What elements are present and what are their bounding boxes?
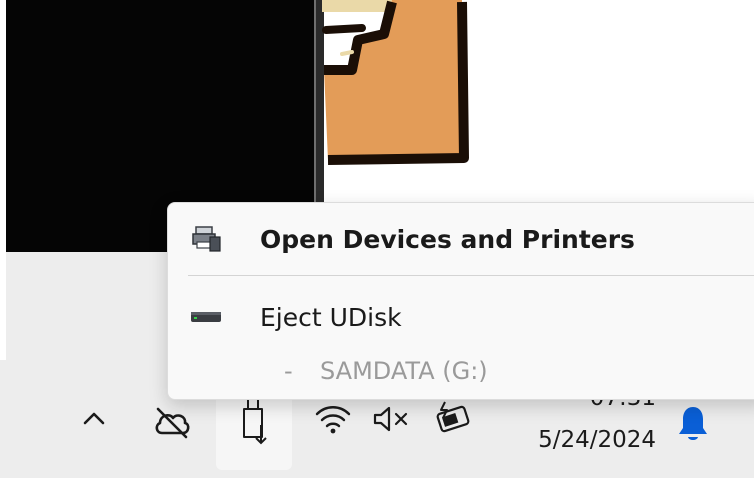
wifi-icon[interactable] [310, 398, 356, 440]
volume-muted-icon[interactable] [368, 398, 416, 440]
open-devices-and-printers-label: Open Devices and Printers [260, 224, 635, 254]
devices-printers-icon [190, 225, 222, 253]
menu-separator [188, 275, 754, 276]
samdata-drive-label: SAMDATA (G:) [320, 357, 488, 385]
usb-eject-icon[interactable] [230, 394, 278, 450]
background-panel [6, 252, 176, 360]
samdata-drive-item: - SAMDATA (G:) [168, 351, 754, 391]
drive-dash: - [284, 357, 293, 385]
open-devices-and-printers-item[interactable]: Open Devices and Printers [168, 217, 754, 261]
eject-udisk-label: Eject UDisk [260, 302, 402, 332]
eject-udisk-item[interactable]: Eject UDisk [168, 295, 754, 339]
chevron-up-icon[interactable] [74, 398, 114, 438]
drive-icon [190, 303, 222, 331]
usb-context-menu: Open Devices and Printers Eject UDisk - … [167, 202, 754, 400]
folder-icon [322, 0, 472, 170]
notification-bell-icon[interactable] [672, 400, 714, 448]
cloud-offline-icon[interactable] [148, 398, 196, 446]
clock-date[interactable]: 5/24/2024 [480, 424, 656, 456]
battery-charging-icon[interactable] [428, 396, 476, 440]
